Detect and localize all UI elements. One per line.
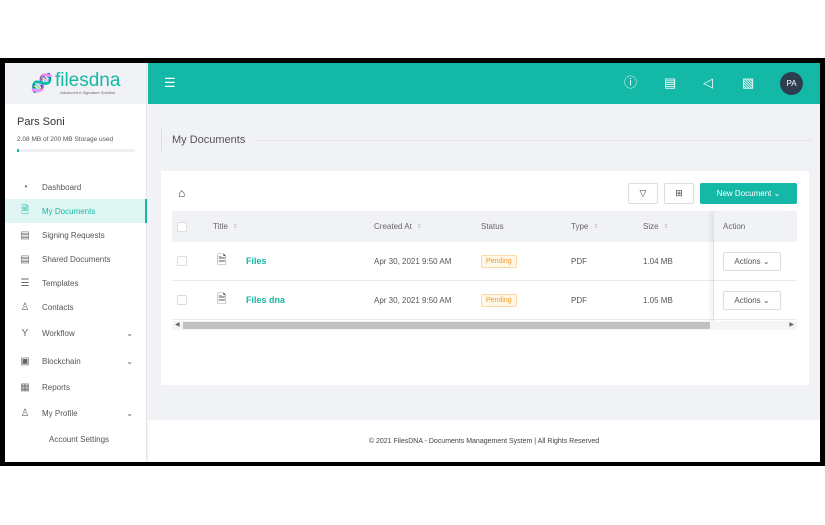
sort-icon: ⇕ <box>232 224 238 230</box>
scroll-left-icon[interactable]: ◀ <box>175 321 180 330</box>
chevron-down-icon: ⌄ <box>773 189 781 198</box>
sidebar-item-label: Signing Requests <box>42 230 105 240</box>
workflow-icon: Y <box>21 327 29 339</box>
row-checkbox[interactable] <box>177 295 187 305</box>
column-status: Status <box>481 222 504 231</box>
home-icon[interactable]: ⌂ <box>178 186 185 200</box>
footer: © 2021 FilesDNA - Documents Management S… <box>148 420 820 462</box>
file-icon: 🗎 <box>217 291 227 306</box>
avatar[interactable]: PA <box>780 72 803 95</box>
shared-icon: ▤ <box>20 253 30 265</box>
sidebar-item-my-documents[interactable]: 🗎 My Documents <box>5 199 147 223</box>
table-row: 🗎 Files Apr 30, 2021 9:50 AM Pending PDF… <box>172 242 797 281</box>
user-icon: ♙ <box>20 407 30 419</box>
file-type: PDF <box>571 256 587 266</box>
grid-view-button[interactable]: ⊞ <box>664 183 694 204</box>
user-name: Pars Soni <box>17 116 65 128</box>
page-title-text: My Documents <box>172 134 246 146</box>
announcement-icon[interactable]: ◁ <box>703 76 713 90</box>
filter-button[interactable]: ▽ <box>628 183 658 204</box>
sidebar-item-label: My Profile <box>42 408 78 418</box>
sort-icon: ⇕ <box>416 224 422 230</box>
chevron-down-icon: ⌄ <box>126 328 133 338</box>
sidebar-item-label: Reports <box>42 382 71 392</box>
table-header: Title ⇕ Created At ⇕ Status Type ⇕ Size ⇕ Ac… <box>172 211 797 242</box>
storage-text: 2.08 MB of 200 MB Storage used <box>17 136 114 143</box>
sidebar-item-label: Contacts <box>42 302 74 312</box>
horizontal-scrollbar[interactable]: ◀ ▶ <box>172 321 797 330</box>
column-title[interactable]: Title ⇕ <box>213 211 238 242</box>
file-name-link[interactable]: Files <box>246 256 267 266</box>
brand-name: filesdna <box>54 70 121 91</box>
new-document-button[interactable]: New Document ⌄ <box>700 183 797 204</box>
created-at: Apr 30, 2021 9:50 AM <box>374 256 452 266</box>
sidebar-item-label: Templates <box>42 278 79 288</box>
new-document-label: New Document <box>716 189 772 198</box>
chevron-down-icon: ⌄ <box>126 408 133 418</box>
dna-logo-icon: 🧬 <box>30 73 53 93</box>
sidebar-nav: ◔ Dashboard 🗎 My Documents ▤ Signing Reques… <box>5 175 147 451</box>
select-all-checkbox[interactable] <box>177 221 187 232</box>
row-checkbox[interactable] <box>177 256 187 266</box>
brand-tagline: Advanced e-Signature Solution <box>60 90 116 95</box>
file-size: 1.04 MB <box>643 256 673 266</box>
chevron-down-icon: ⌄ <box>126 356 133 366</box>
logo[interactable]: 🧬 filesdna Advanced e-Signature Solution <box>5 63 146 104</box>
scrollbar-thumb[interactable] <box>183 322 710 329</box>
created-at: Apr 30, 2021 9:50 AM <box>374 295 452 305</box>
sidebar-subitem-account-settings[interactable]: Account Settings <box>5 427 147 451</box>
menu-toggle-icon[interactable]: ☰ <box>164 76 176 90</box>
sidebar: 🧬 filesdna Advanced e-Signature Solution… <box>5 63 147 462</box>
app: 🧬 filesdna Advanced e-Signature Solution… <box>5 63 820 462</box>
column-created-at[interactable]: Created At ⇕ <box>374 211 422 242</box>
reports-icon: ▦ <box>20 381 30 393</box>
page-title: My Documents <box>161 129 811 151</box>
footer-text: © 2021 FilesDNA - Documents Management S… <box>368 437 600 445</box>
sort-icon: ⇕ <box>663 224 669 230</box>
translate-icon[interactable]: ▧ <box>742 76 754 90</box>
document-icon: 🗎 <box>20 204 30 216</box>
sidebar-item-my-profile[interactable]: ♙ My Profile ⌄ <box>5 399 147 427</box>
sidebar-item-templates[interactable]: ☰ Templates <box>5 271 147 295</box>
sidebar-item-dashboard[interactable]: ◔ Dashboard <box>5 175 147 199</box>
contacts-icon: ♙ <box>20 301 30 313</box>
document-search-icon[interactable]: ▤ <box>664 76 676 90</box>
sidebar-item-reports[interactable]: ▦ Reports <box>5 375 147 399</box>
sidebar-item-label: Shared Documents <box>42 254 111 264</box>
sidebar-item-signing-requests[interactable]: ▤ Signing Requests <box>5 223 147 247</box>
grid-icon: ⊞ <box>675 188 683 198</box>
sidebar-item-label: My Documents <box>42 206 96 216</box>
sidebar-item-label: Dashboard <box>42 182 82 192</box>
file-size: 1.05 MB <box>643 295 673 305</box>
user-info: Pars Soni 2.08 MB of 200 MB Storage used <box>5 104 146 152</box>
signing-icon: ▤ <box>20 229 30 241</box>
column-type[interactable]: Type ⇕ <box>571 211 598 242</box>
help-icon[interactable]: ⓘ <box>624 76 637 90</box>
scroll-right-icon[interactable]: ▶ <box>789 321 794 330</box>
storage-bar <box>17 149 135 152</box>
sidebar-item-shared-documents[interactable]: ▤ Shared Documents <box>5 247 147 271</box>
sidebar-item-workflow[interactable]: Y Workflow ⌄ <box>5 319 147 347</box>
file-name-link[interactable]: Files dna <box>246 295 285 305</box>
sidebar-item-blockchain[interactable]: ▣ Blockchain ⌄ <box>5 347 147 375</box>
table-row: 🗎 Files dna Apr 30, 2021 9:50 AM Pending… <box>172 281 797 320</box>
status-badge: Pending <box>481 293 517 307</box>
blockchain-icon: ▣ <box>20 355 30 367</box>
sidebar-item-label: Workflow <box>42 328 75 338</box>
dashboard-icon: ◔ <box>21 181 29 193</box>
sidebar-item-label: Blockchain <box>42 356 81 366</box>
file-icon: 🗎 <box>217 252 227 267</box>
sort-icon: ⇕ <box>593 224 599 230</box>
action-column-divider <box>713 211 786 321</box>
documents-card: ⌂ ▽ ⊞ New Document ⌄ Title ⇕ Created At ⇕ … <box>161 171 809 385</box>
column-size[interactable]: Size ⇕ <box>643 211 669 242</box>
status-badge: Pending <box>481 254 517 268</box>
sidebar-item-contacts[interactable]: ♙ Contacts <box>5 295 147 319</box>
template-icon: ☰ <box>20 277 30 289</box>
file-type: PDF <box>571 295 587 305</box>
filter-icon: ▽ <box>639 188 647 198</box>
top-header: ☰ ⓘ ▤ ◁ ▧ PA <box>148 63 820 104</box>
